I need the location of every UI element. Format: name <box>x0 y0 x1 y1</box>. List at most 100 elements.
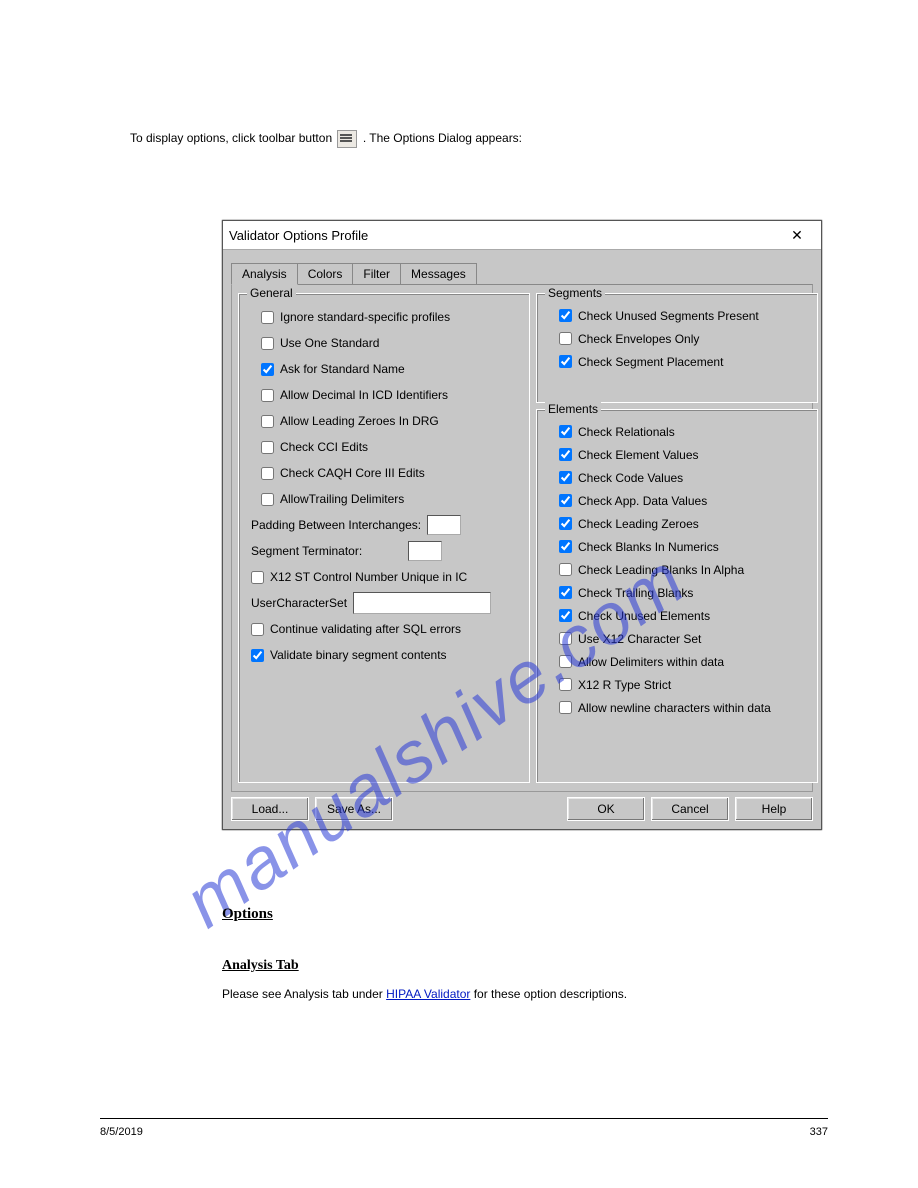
save-as-button[interactable]: Save As... <box>315 797 393 821</box>
footer-page: 337 <box>810 1126 828 1138</box>
charset-label: UserCharacterSet <box>251 596 347 610</box>
opt-validate-binary: Validate binary segment contents <box>239 642 529 668</box>
analysis-paragraph: Please see Analysis tab under HIPAA Vali… <box>222 986 808 1003</box>
opt-check-leading-blanks-alpha: Check Leading Blanks In Alpha <box>537 558 817 581</box>
opt-allow-delimiters-in-data: Allow Delimiters within data <box>537 650 817 673</box>
checkbox[interactable] <box>559 609 572 622</box>
tab-label: Filter <box>363 267 390 281</box>
checkbox[interactable] <box>559 586 572 599</box>
checkbox[interactable] <box>559 655 572 668</box>
checkbox-label: Check Element Values <box>578 448 699 462</box>
checkbox-label: Use One Standard <box>280 336 379 350</box>
tab-colors[interactable]: Colors <box>297 263 354 284</box>
tab-strip: Analysis Colors Filter Messages <box>231 262 813 284</box>
cancel-button[interactable]: Cancel <box>651 797 729 821</box>
checkbox-label: Check Leading Blanks In Alpha <box>578 563 744 577</box>
tab-analysis[interactable]: Analysis <box>231 263 298 285</box>
checkbox-label: Check Trailing Blanks <box>578 586 693 600</box>
padding-input[interactable] <box>427 515 461 535</box>
opt-check-blanks-numerics: Check Blanks In Numerics <box>537 535 817 558</box>
checkbox[interactable] <box>261 493 274 506</box>
opt-x12-r-type-strict: X12 R Type Strict <box>537 673 817 696</box>
segterm-label: Segment Terminator: <box>251 544 362 558</box>
tab-messages[interactable]: Messages <box>400 263 477 284</box>
charset-field-row: UserCharacterSet <box>239 590 529 616</box>
checkbox[interactable] <box>559 425 572 438</box>
titlebar: Validator Options Profile ✕ <box>223 221 821 250</box>
checkbox[interactable] <box>261 415 274 428</box>
checkbox[interactable] <box>559 540 572 553</box>
groupbox-title: Segments <box>545 286 605 300</box>
opt-allow-newline-in-data: Allow newline characters within data <box>537 696 817 719</box>
intro-suffix: . The Options Dialog appears: <box>363 131 522 145</box>
checkbox[interactable] <box>251 571 264 584</box>
opt-allow-trailing-delimiters: AllowTrailing Delimiters <box>239 486 529 512</box>
options-icon <box>337 130 357 148</box>
opt-check-trailing-blanks: Check Trailing Blanks <box>537 581 817 604</box>
checkbox[interactable] <box>261 363 274 376</box>
opt-use-x12-charset: Use X12 Character Set <box>537 627 817 650</box>
checkbox-label: Validate binary segment contents <box>270 648 447 662</box>
checkbox[interactable] <box>559 678 572 691</box>
checkbox-label: Check App. Data Values <box>578 494 707 508</box>
checkbox-label: X12 ST Control Number Unique in IC <box>270 570 467 584</box>
close-button[interactable]: ✕ <box>779 224 815 246</box>
checkbox[interactable] <box>559 494 572 507</box>
opt-continue-after-sql: Continue validating after SQL errors <box>239 616 529 642</box>
opt-check-segment-placement: Check Segment Placement <box>537 350 817 373</box>
checkbox[interactable] <box>559 701 572 714</box>
checkbox[interactable] <box>559 471 572 484</box>
checkbox[interactable] <box>251 623 264 636</box>
checkbox[interactable] <box>559 309 572 322</box>
load-button[interactable]: Load... <box>231 797 309 821</box>
checkbox[interactable] <box>261 389 274 402</box>
checkbox-label: Check Envelopes Only <box>578 332 699 346</box>
analysis-para-text-1: Please see Analysis tab under <box>222 987 386 1001</box>
opt-check-unused-elements: Check Unused Elements <box>537 604 817 627</box>
close-icon: ✕ <box>791 227 803 244</box>
opt-use-one-standard: Use One Standard <box>239 330 529 356</box>
checkbox-label: Allow Delimiters within data <box>578 655 724 669</box>
checkbox-label: Check Segment Placement <box>578 355 723 369</box>
checkbox-label: Allow newline characters within data <box>578 701 771 715</box>
checkbox[interactable] <box>559 355 572 368</box>
checkbox[interactable] <box>559 332 572 345</box>
ok-button[interactable]: OK <box>567 797 645 821</box>
checkbox[interactable] <box>559 517 572 530</box>
tab-label: Colors <box>308 267 343 281</box>
analysis-tab-heading: Analysis Tab <box>222 958 299 974</box>
validator-options-dialog: Validator Options Profile ✕ Analysis Col… <box>222 220 822 830</box>
charset-input[interactable] <box>353 592 491 614</box>
opt-check-code-values: Check Code Values <box>537 466 817 489</box>
checkbox-label: AllowTrailing Delimiters <box>280 492 404 506</box>
tab-label: Messages <box>411 267 466 281</box>
intro-line: To display options, click toolbar button… <box>130 130 522 148</box>
checkbox-label: Allow Leading Zeroes In DRG <box>280 414 439 428</box>
checkbox[interactable] <box>261 467 274 480</box>
checkbox[interactable] <box>261 311 274 324</box>
opt-check-element-values: Check Element Values <box>537 443 817 466</box>
groupbox-elements: Elements Check Relationals Check Element… <box>536 409 818 783</box>
groupbox-general: General Ignore standard-specific profile… <box>238 293 530 783</box>
checkbox[interactable] <box>261 337 274 350</box>
checkbox[interactable] <box>559 563 572 576</box>
checkbox[interactable] <box>559 448 572 461</box>
opt-ignore-profiles: Ignore standard-specific profiles <box>239 304 529 330</box>
checkbox[interactable] <box>559 632 572 645</box>
checkbox-label: Check CAQH Core III Edits <box>280 466 425 480</box>
checkbox-label: Continue validating after SQL errors <box>270 622 461 636</box>
checkbox-label: Allow Decimal In ICD Identifiers <box>280 388 448 402</box>
help-button[interactable]: Help <box>735 797 813 821</box>
groupbox-title: General <box>247 286 296 300</box>
tab-filter[interactable]: Filter <box>352 263 401 284</box>
checkbox-label: Check Leading Zeroes <box>578 517 699 531</box>
groupbox-segments: Segments Check Unused Segments Present C… <box>536 293 818 403</box>
checkbox-label: Check Blanks In Numerics <box>578 540 719 554</box>
segterm-input[interactable] <box>408 541 442 561</box>
hipaa-validator-link[interactable]: HIPAA Validator <box>386 987 470 1001</box>
checkbox-label: Check Relationals <box>578 425 675 439</box>
checkbox[interactable] <box>261 441 274 454</box>
analysis-para-text-2: for these option descriptions. <box>470 987 627 1001</box>
checkbox[interactable] <box>251 649 264 662</box>
opt-allow-decimal-icd: Allow Decimal In ICD Identifiers <box>239 382 529 408</box>
